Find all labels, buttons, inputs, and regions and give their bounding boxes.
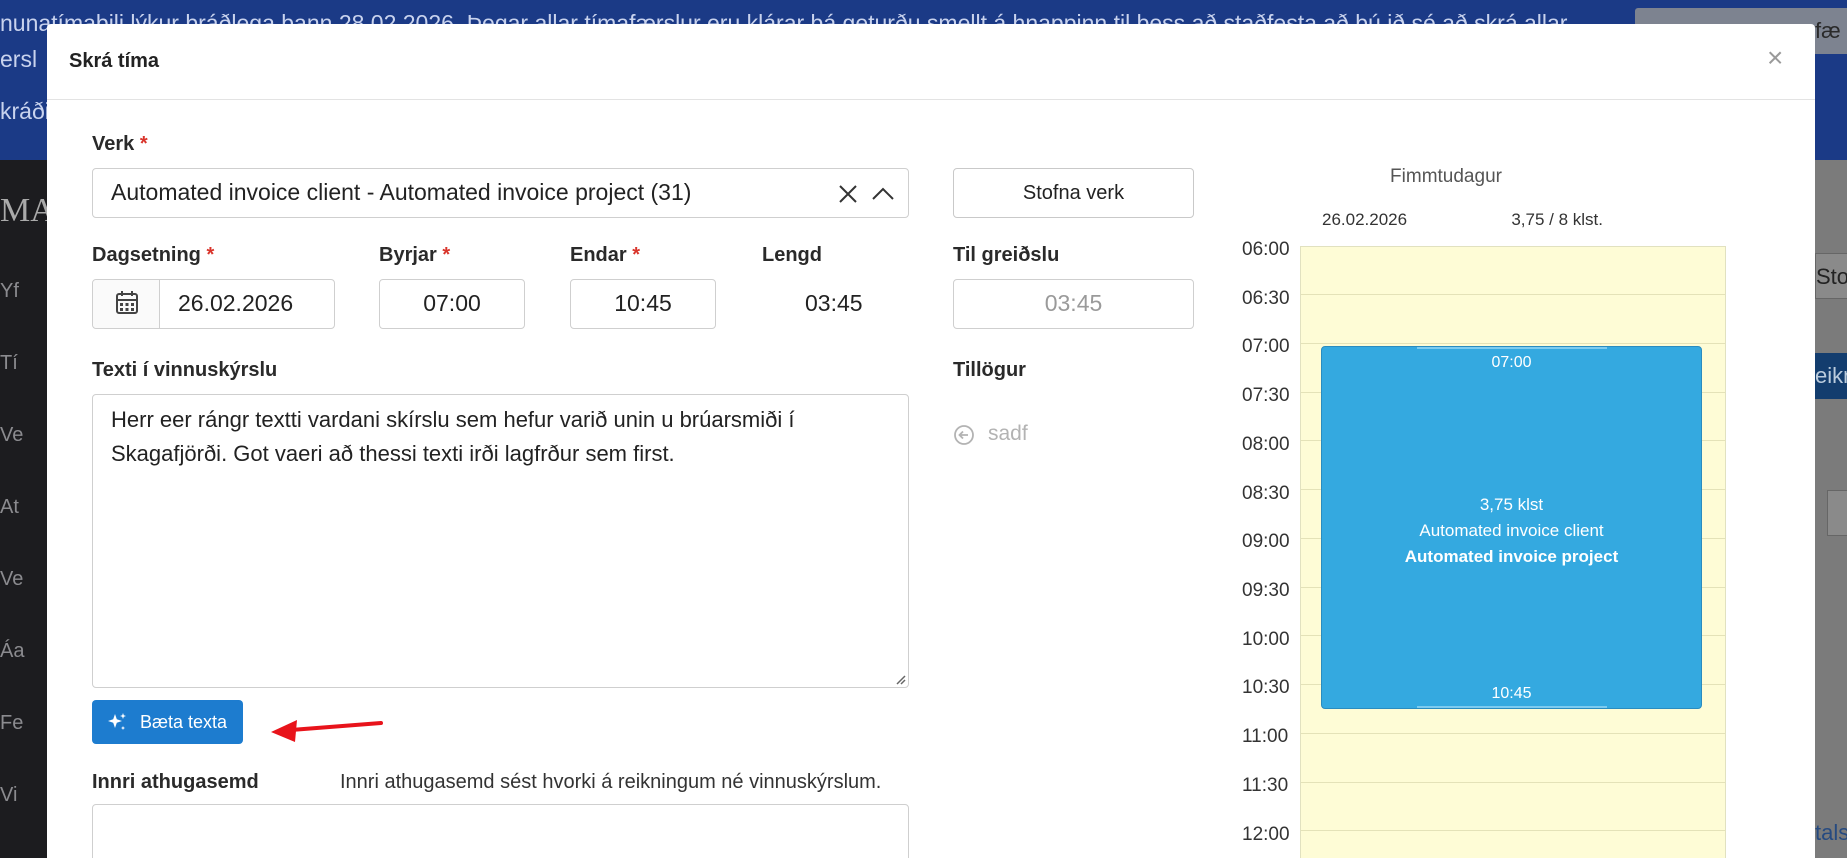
time-label: 11:30 [1242, 775, 1289, 796]
calendar-hours-summary: 3,75 / 8 klst. [1511, 210, 1603, 229]
chevron-up-icon[interactable] [870, 181, 896, 207]
time-label: 11:00 [1242, 726, 1289, 747]
grid-line [1301, 830, 1725, 831]
time-label: 10:30 [1242, 677, 1290, 698]
internal-note-label: Innri athugasemd [92, 771, 259, 793]
create-project-button[interactable]: Stofna verk [953, 168, 1194, 218]
sidebar: MA Yf Tí Ve At Ve Áa Fe Vi [0, 160, 47, 858]
report-text-area[interactable]: Herr eer rángr textti vardani skírslu se… [92, 394, 909, 688]
banner-text-2: ersl [0, 46, 38, 72]
sparkle-icon [108, 713, 126, 730]
time-entry-event[interactable]: 07:00 3,75 klst Automated invoice client… [1321, 346, 1702, 709]
sidebar-item: Fe [0, 712, 24, 734]
background-content: Sto eikn tals [1815, 160, 1847, 858]
event-resize-handle-top[interactable] [1417, 347, 1607, 349]
date-value: 26.02.2026 [178, 290, 294, 316]
event-end-time: 10:45 [1491, 685, 1532, 702]
sidebar-item: At [0, 496, 19, 518]
event-project: Automated invoice project [1404, 547, 1619, 566]
time-label: 09:30 [1242, 580, 1290, 601]
event-client: Automated invoice client [1419, 521, 1604, 540]
billable-label: Til greiðslu [953, 244, 1060, 266]
arrow-left-circle-icon [954, 425, 974, 445]
background-field [1827, 490, 1847, 536]
required-marker: * [139, 133, 148, 155]
report-text-label: Texti í vinnuskýrslu [92, 359, 278, 381]
time-label: 07:00 [1242, 336, 1290, 357]
project-select-value: Automated invoice client - Automated inv… [111, 179, 692, 205]
project-label: Verk * [92, 133, 148, 155]
time-label: 06:00 [1242, 239, 1290, 260]
date-label: Dagsetning * [92, 244, 215, 266]
required-marker: * [632, 244, 641, 266]
calendar-date: 26.02.2026 [1322, 210, 1408, 229]
end-label: Endar * [570, 244, 641, 266]
background-link: tals [1815, 820, 1847, 845]
report-text-line: Herr eer rángr textti vardani skírslu se… [111, 407, 795, 432]
sidebar-item: Ve [0, 568, 24, 590]
time-label: 08:30 [1242, 483, 1290, 504]
length-value: 03:45 [805, 290, 863, 316]
project-select[interactable]: Automated invoice client - Automated inv… [92, 168, 909, 218]
sidebar-item: Yf [0, 280, 19, 302]
report-text-line: Skagafjörði. Got vaeri að thessi texti i… [111, 441, 675, 466]
grid-line [1301, 343, 1725, 344]
start-label: Byrjar * [379, 244, 451, 266]
grid-line [1301, 782, 1725, 783]
sidebar-item: Áa [0, 640, 25, 662]
resize-handle-icon[interactable] [894, 673, 906, 685]
end-time-input[interactable]: 10:45 [570, 279, 716, 329]
time-label: 09:00 [1242, 531, 1290, 552]
modal-header: Skrá tíma × [47, 24, 1815, 100]
improve-text-label: Bæta texta [140, 712, 228, 732]
length-label: Lengd [762, 244, 822, 266]
calendar-weekday: Fimmtudagur [1390, 166, 1502, 187]
required-marker: * [206, 244, 215, 266]
time-label: 07:30 [1242, 385, 1290, 406]
background-button: Sto [1815, 253, 1847, 299]
suggestion-text: sadf [988, 422, 1028, 445]
billable-time-input[interactable]: 03:45 [953, 279, 1194, 329]
time-label: 06:30 [1242, 288, 1290, 309]
time-label: 10:00 [1242, 629, 1290, 650]
sidebar-item: Ve [0, 424, 24, 446]
annotation-arrow-icon [271, 720, 383, 742]
register-time-modal: Skrá tíma × Verk * Automated invoice cli… [47, 24, 1815, 858]
grid-line [1301, 294, 1725, 295]
sidebar-item: Vi [0, 784, 18, 806]
event-start-time: 07:00 [1491, 354, 1532, 371]
suggestions-label: Tillögur [953, 359, 1026, 381]
internal-note-area[interactable] [92, 804, 909, 858]
time-label: 08:00 [1242, 434, 1290, 455]
logo: MA [0, 192, 47, 229]
modal-title: Skrá tíma [69, 50, 160, 72]
calendar-icon[interactable] [93, 280, 160, 328]
background-button: eikn [1815, 353, 1847, 399]
grid-line [1301, 733, 1725, 734]
date-field[interactable]: 26.02.2026 [92, 279, 335, 329]
event-resize-handle-bottom[interactable] [1417, 706, 1607, 708]
event-details: 3,75 klst Automated invoice client Autom… [1322, 492, 1701, 570]
close-icon[interactable]: × [1767, 44, 1783, 72]
required-marker: * [442, 244, 451, 266]
event-duration: 3,75 klst [1479, 495, 1544, 514]
internal-note-hint: Innri athugasemd sést hvorki á reikningu… [340, 771, 882, 793]
clear-icon[interactable] [835, 181, 861, 207]
start-time-input[interactable]: 07:00 [379, 279, 525, 329]
banner-text-3: kráði [0, 98, 50, 124]
sidebar-item: Tí [0, 352, 18, 374]
improve-text-button[interactable]: Bæta texta [92, 700, 243, 744]
time-label: 12:00 [1242, 824, 1290, 845]
